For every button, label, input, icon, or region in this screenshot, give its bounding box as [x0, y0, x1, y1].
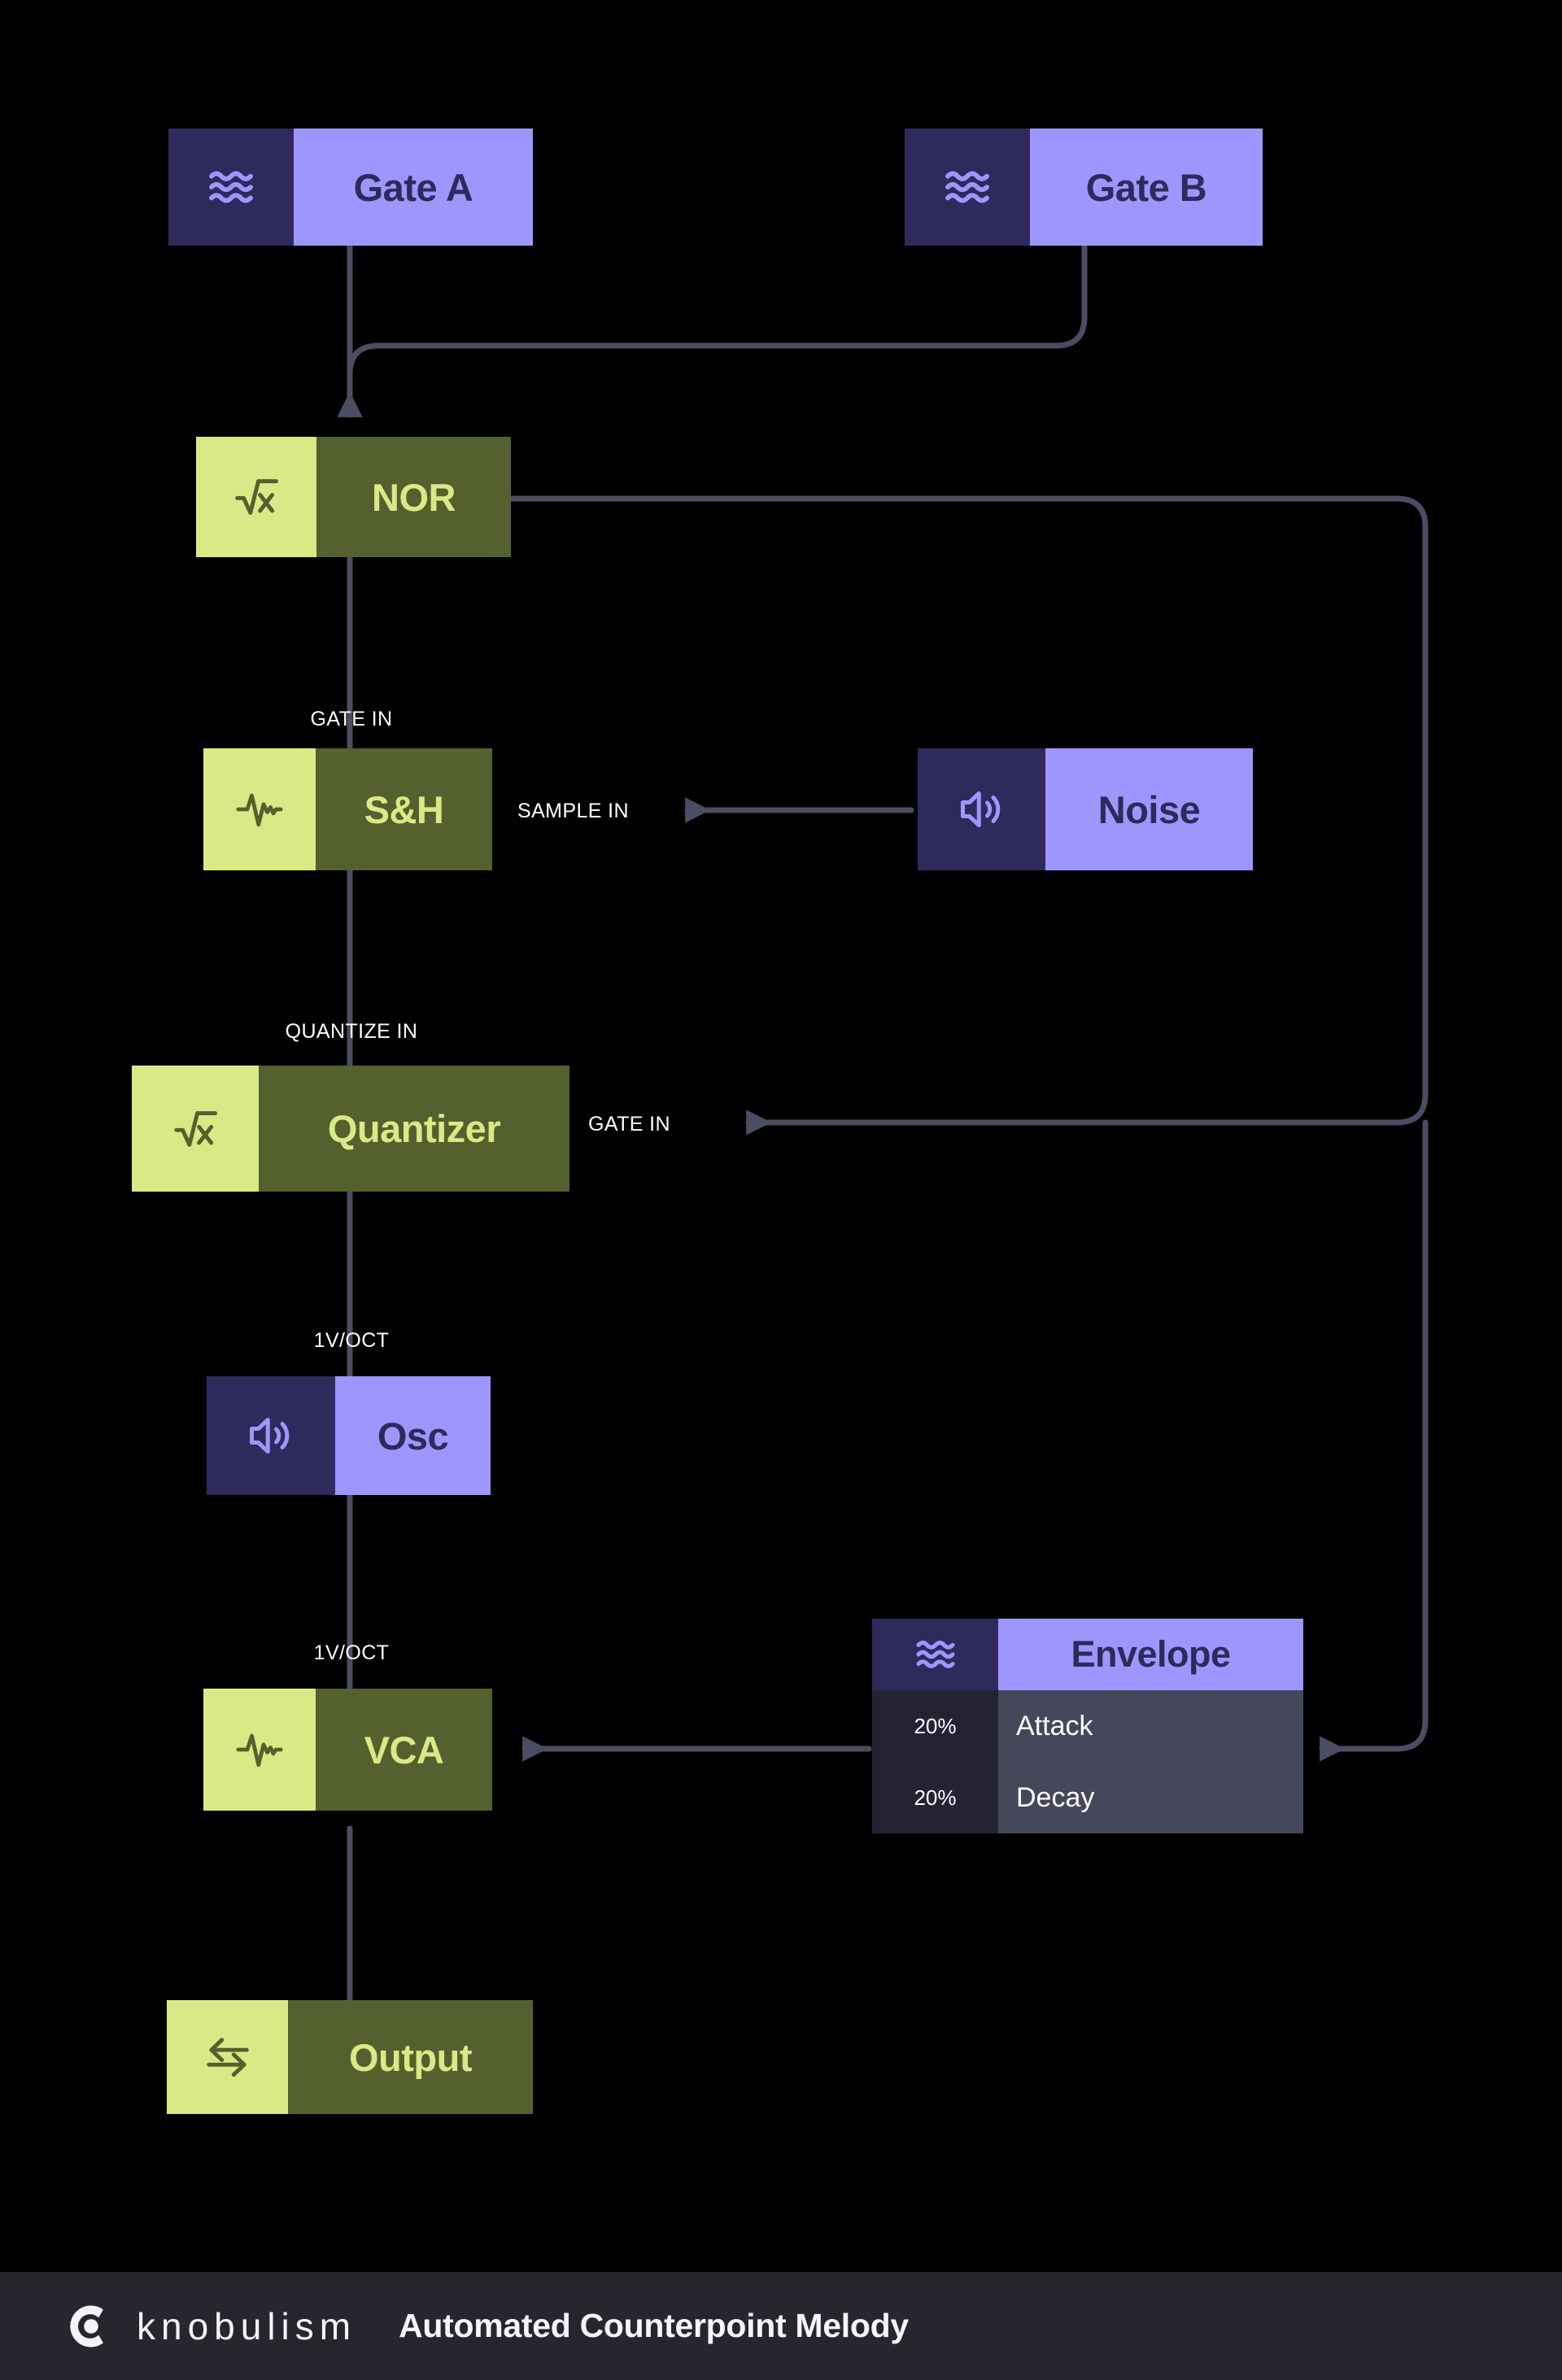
activity-icon — [203, 748, 316, 870]
brand-name: knobulism — [137, 2304, 357, 2347]
edge-label-1v-oct-vca: 1V/OCT — [313, 1641, 390, 1664]
node-nor[interactable]: NOR — [196, 437, 511, 557]
footer-bar: knobulism Automated Counterpoint Melody — [0, 2272, 1562, 2380]
activity-icon — [203, 1689, 316, 1811]
knobulism-logo-icon — [63, 2299, 119, 2354]
edge-label-gate-in-sh: GATE IN — [310, 708, 393, 730]
node-output[interactable]: Output — [167, 2000, 533, 2114]
node-label: Noise — [1045, 748, 1253, 870]
param-value: 20% — [872, 1762, 998, 1833]
node-label: NOR — [316, 437, 511, 557]
speaker-icon — [918, 748, 1045, 870]
waves-icon — [905, 129, 1030, 246]
node-label: Gate B — [1030, 129, 1263, 246]
sqrt-icon — [196, 437, 316, 557]
waves-icon — [168, 129, 294, 246]
node-osc[interactable]: Osc — [207, 1376, 491, 1495]
edge-label-sample-in: SAMPLE IN — [517, 800, 629, 822]
node-label: Osc — [335, 1376, 491, 1495]
param-name: Attack — [998, 1690, 1303, 1762]
node-envelope[interactable]: Envelope 20% Attack 20% Decay — [872, 1619, 1303, 1833]
edge-label-gate-in-quantizer: GATE IN — [588, 1113, 670, 1136]
node-gate-b[interactable]: Gate B — [905, 129, 1263, 246]
patch-title: Automated Counterpoint Melody — [399, 2307, 909, 2344]
node-sh[interactable]: S&H — [203, 748, 492, 870]
speaker-icon — [207, 1376, 335, 1495]
node-label: Gate A — [294, 129, 533, 246]
sqrt-icon — [132, 1066, 259, 1192]
node-label: S&H — [316, 748, 492, 870]
node-vca[interactable]: VCA — [203, 1689, 492, 1811]
param-name: Decay — [998, 1762, 1303, 1833]
node-label: Output — [288, 2000, 533, 2114]
envelope-header[interactable]: Envelope — [872, 1619, 1303, 1690]
node-label: VCA — [316, 1689, 492, 1811]
waves-icon — [872, 1619, 998, 1690]
param-value: 20% — [872, 1690, 998, 1762]
node-gate-a[interactable]: Gate A — [168, 129, 533, 246]
node-quantizer[interactable]: Quantizer — [132, 1066, 569, 1192]
edge-label-1v-oct-osc: 1V/OCT — [313, 1329, 390, 1352]
transfer-icon — [167, 2000, 288, 2114]
node-label: Quantizer — [259, 1066, 569, 1192]
envelope-params: 20% Attack 20% Decay — [872, 1690, 1303, 1833]
edge-label-quantize-in: QUANTIZE IN — [285, 1020, 418, 1043]
node-noise[interactable]: Noise — [918, 748, 1253, 870]
param-row[interactable]: 20% Decay — [872, 1762, 1303, 1833]
node-label: Envelope — [998, 1619, 1303, 1690]
patch-diagram-canvas: Gate A Gate B NOR S&H Noise Quantizer Os… — [0, 0, 1562, 2380]
param-row[interactable]: 20% Attack — [872, 1690, 1303, 1762]
